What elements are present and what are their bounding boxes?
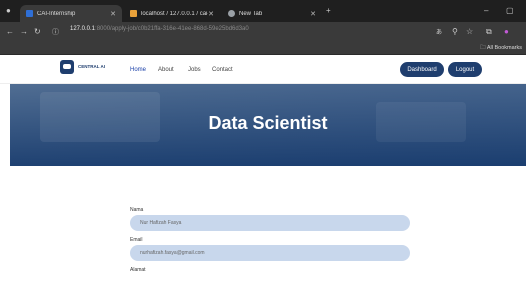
- all-bookmarks-button[interactable]: 🗀 All Bookmarks: [480, 44, 522, 53]
- close-tab-icon[interactable]: ✕: [110, 10, 116, 18]
- browser-menu-icon[interactable]: ●: [6, 6, 11, 15]
- url-host: 127.0.0.1: [70, 26, 96, 32]
- email-label: Email: [130, 237, 143, 243]
- translate-icon[interactable]: あ: [436, 27, 442, 36]
- new-tab-favicon-icon: [228, 10, 235, 17]
- tab-new-tab[interactable]: New Tab ✕: [222, 5, 322, 22]
- tab-cai-internship[interactable]: CAI-Internship ✕: [20, 5, 122, 22]
- zoom-icon[interactable]: ⚲: [452, 27, 458, 36]
- bookmarks-bar: 🗀 All Bookmarks: [0, 42, 526, 55]
- nav-about[interactable]: About: [158, 67, 174, 73]
- site-info-icon[interactable]: ⓘ: [52, 27, 59, 37]
- site-navbar: CENTRAL AI Home About Jobs Contact Dashb…: [0, 55, 526, 84]
- site-logo[interactable]: CENTRAL AI: [60, 60, 105, 74]
- tab-title: New Tab: [239, 10, 263, 17]
- robot-logo-icon: [60, 60, 74, 74]
- nav-jobs[interactable]: Jobs: [188, 67, 201, 73]
- browser-tab-bar: ● CAI-Internship ✕ localhost / 127.0.0.1…: [0, 0, 526, 22]
- name-label: Nama: [130, 207, 144, 213]
- tab-title: CAI-Internship: [37, 10, 76, 17]
- url-field[interactable]: 127.0.0.1:8000/apply-job/c0b21ffa-316e-4…: [70, 26, 249, 32]
- tab-title: localhost / 127.0.0.1 / cai-interr: [141, 10, 208, 17]
- name-input[interactable]: Nur Hafizah Fasya: [130, 215, 410, 231]
- back-icon[interactable]: ←: [6, 27, 14, 36]
- bookmark-star-icon[interactable]: ☆: [466, 27, 473, 36]
- dashboard-button[interactable]: Dashboard: [400, 62, 444, 77]
- tab-phpmyadmin[interactable]: localhost / 127.0.0.1 / cai-interr ✕: [124, 5, 220, 22]
- new-tab-button[interactable]: +: [326, 6, 331, 15]
- url-path: :8000/apply-job/c0b21ffa-316e-41ee-868d-…: [95, 26, 249, 32]
- email-input[interactable]: nurhafizah.fasya@gmail.com: [130, 245, 410, 261]
- profile-avatar-icon[interactable]: ●: [504, 27, 509, 36]
- forward-icon[interactable]: →: [20, 27, 28, 36]
- minimize-icon[interactable]: –: [484, 6, 488, 15]
- job-title: Data Scientist: [208, 113, 328, 133]
- folder-icon: 🗀: [480, 45, 487, 51]
- address-bar: ← → ↻ ⓘ 127.0.0.1:8000/apply-job/c0b21ff…: [0, 22, 526, 42]
- application-form: Nama Nur Hafizah Fasya Email nurhafizah.…: [130, 207, 412, 275]
- extensions-icon[interactable]: ⧉: [486, 27, 492, 37]
- phpmyadmin-favicon-icon: [130, 10, 137, 17]
- hero-banner: Data Scientist: [10, 84, 526, 166]
- nav-home[interactable]: Home: [130, 67, 146, 73]
- address-label: Alamat: [130, 267, 146, 273]
- all-bookmarks-label: All Bookmarks: [486, 45, 522, 51]
- page-margin: [0, 84, 10, 282]
- logout-button[interactable]: Logout: [448, 62, 482, 77]
- nav-contact[interactable]: Contact: [212, 67, 233, 73]
- logo-text: CENTRAL AI: [78, 63, 105, 70]
- reload-icon[interactable]: ↻: [34, 27, 41, 36]
- close-tab-icon[interactable]: ✕: [208, 10, 214, 18]
- close-tab-icon[interactable]: ✕: [310, 10, 316, 18]
- maximize-icon[interactable]: ▢: [506, 6, 514, 15]
- page-favicon-icon: [26, 10, 33, 17]
- logo-text-line1: CENTRAL AI: [78, 63, 105, 69]
